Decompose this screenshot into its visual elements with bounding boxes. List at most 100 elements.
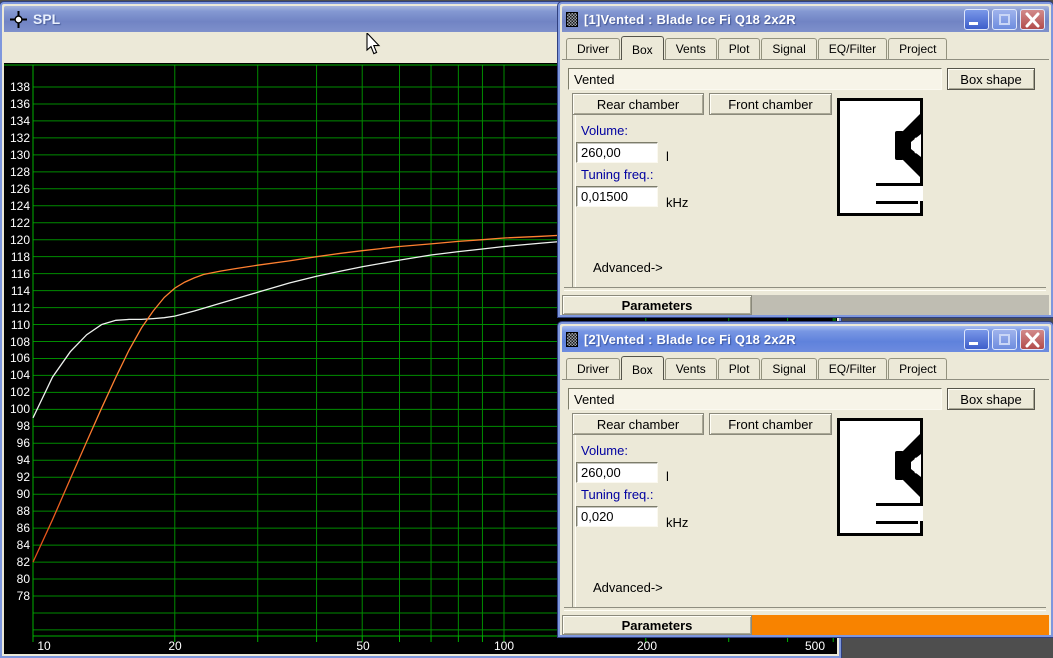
volume-unit: l: [666, 149, 669, 164]
box-type-field[interactable]: Vented: [568, 388, 942, 410]
tab-box[interactable]: Box: [621, 36, 664, 60]
maximize-button[interactable]: [992, 9, 1017, 30]
rear-chamber-tab[interactable]: Rear chamber: [572, 93, 704, 115]
tab-driver[interactable]: Driver: [566, 38, 620, 59]
tab-bar: DriverBoxVentsPlotSignalEQ/FilterProject: [562, 353, 1049, 380]
y-axis-tick-label: 82: [4, 555, 30, 569]
project-window-2: [2]Vented : Blade Ice Fi Q18 2x2R Driver…: [558, 322, 1053, 637]
close-icon: [1024, 332, 1041, 348]
box-type-field[interactable]: Vented: [568, 68, 942, 90]
arrow-cursor-icon: [366, 33, 381, 55]
close-button[interactable]: [1020, 329, 1045, 350]
volume-unit: l: [666, 469, 669, 484]
minimize-icon: [969, 22, 978, 25]
parameters-button[interactable]: Parameters: [562, 615, 752, 635]
y-axis-tick-label: 90: [4, 487, 30, 501]
speaker-driver-icon: [894, 431, 924, 501]
y-axis-tick-label: 118: [4, 250, 30, 264]
vent-tube-line: [876, 521, 918, 524]
tab-box[interactable]: Box: [621, 356, 664, 380]
tab-signal[interactable]: Signal: [761, 38, 816, 59]
parameters-bar: Parameters: [562, 295, 1049, 315]
tab-plot[interactable]: Plot: [718, 358, 761, 379]
y-axis-tick-label: 94: [4, 453, 30, 467]
maximize-icon: [999, 14, 1010, 25]
y-axis-tick-label: 88: [4, 504, 30, 518]
tab-vents[interactable]: Vents: [665, 358, 717, 379]
vent-opening: [920, 186, 923, 201]
volume-input[interactable]: [576, 462, 658, 483]
box-diagram: [837, 98, 923, 216]
close-button[interactable]: [1020, 9, 1045, 30]
y-axis-tick-label: 116: [4, 267, 30, 281]
x-axis-tick-label: 20: [168, 639, 181, 653]
window2-title: [2]Vented : Blade Ice Fi Q18 2x2R: [584, 332, 964, 347]
curve-color-bar: [752, 615, 1049, 635]
y-axis-tick-label: 128: [4, 165, 30, 179]
box-shape-button[interactable]: Box shape: [947, 68, 1035, 90]
curve-color-bar: [752, 295, 1049, 315]
y-axis-tick-label: 92: [4, 470, 30, 484]
y-axis-tick-label: 126: [4, 182, 30, 196]
y-axis-tick-label: 106: [4, 351, 30, 365]
front-chamber-tab[interactable]: Front chamber: [709, 93, 832, 115]
x-axis-tick-label: 100: [494, 639, 514, 653]
y-axis-tick-label: 124: [4, 199, 30, 213]
tab-page-border: [564, 287, 1046, 291]
y-axis-tick-label: 136: [4, 97, 30, 111]
tab-signal[interactable]: Signal: [761, 358, 816, 379]
y-axis-tick-label: 78: [4, 589, 30, 603]
y-axis-tick-label: 80: [4, 572, 30, 586]
speaker-box-icon: [566, 332, 578, 347]
y-axis-tick-label: 130: [4, 148, 30, 162]
tab-project[interactable]: Project: [888, 358, 947, 379]
tab-eq-filter[interactable]: EQ/Filter: [818, 38, 887, 59]
tab-driver[interactable]: Driver: [566, 358, 620, 379]
x-axis-tick-label: 500: [805, 639, 825, 653]
project-window-1: [1]Vented : Blade Ice Fi Q18 2x2R Driver…: [558, 2, 1053, 317]
y-axis-tick-label: 138: [4, 80, 30, 94]
y-axis-tick-label: 84: [4, 538, 30, 552]
volume-input[interactable]: [576, 142, 658, 163]
mdi-workspace: { "mdi": { "background_color": "#4e4e4e"…: [0, 0, 1053, 658]
tuning-freq-unit: kHz: [666, 195, 688, 210]
rear-chamber-tab[interactable]: Rear chamber: [572, 413, 704, 435]
tab-eq-filter[interactable]: EQ/Filter: [818, 358, 887, 379]
y-axis-tick-label: 132: [4, 131, 30, 145]
window1-titlebar[interactable]: [1]Vented : Blade Ice Fi Q18 2x2R: [562, 6, 1049, 32]
maximize-button[interactable]: [992, 329, 1017, 350]
vent-tube-line: [876, 183, 923, 186]
close-icon: [1024, 12, 1041, 28]
speaker-box-icon: [566, 12, 578, 27]
maximize-icon: [999, 334, 1010, 345]
y-axis-tick-label: 96: [4, 436, 30, 450]
volume-label: Volume:: [581, 443, 628, 458]
x-axis-tick-label: 50: [356, 639, 369, 653]
y-axis-tick-label: 86: [4, 521, 30, 535]
parameters-button[interactable]: Parameters: [562, 295, 752, 315]
spl-window-title: SPL: [33, 11, 60, 27]
y-axis-tick-label: 102: [4, 385, 30, 399]
advanced-button[interactable]: Advanced->: [593, 260, 663, 275]
y-axis-tick-label: 134: [4, 114, 30, 128]
tuning-freq-label: Tuning freq.:: [581, 167, 654, 182]
minimize-button[interactable]: [964, 329, 989, 350]
tab-project[interactable]: Project: [888, 38, 947, 59]
tuning-freq-input[interactable]: [576, 506, 658, 527]
vent-tube-line: [876, 201, 918, 204]
tab-bar: DriverBoxVentsPlotSignalEQ/FilterProject: [562, 33, 1049, 60]
vent-tube-line: [876, 503, 923, 506]
tuning-freq-unit: kHz: [666, 515, 688, 530]
box-shape-button[interactable]: Box shape: [947, 388, 1035, 410]
tab-page-border: [564, 607, 1046, 611]
y-axis-tick-label: 114: [4, 284, 30, 298]
crosshair-icon: [10, 11, 27, 28]
advanced-button[interactable]: Advanced->: [593, 580, 663, 595]
tab-plot[interactable]: Plot: [718, 38, 761, 59]
parameters-bar: Parameters: [562, 615, 1049, 635]
minimize-button[interactable]: [964, 9, 989, 30]
tab-vents[interactable]: Vents: [665, 38, 717, 59]
front-chamber-tab[interactable]: Front chamber: [709, 413, 832, 435]
window2-titlebar[interactable]: [2]Vented : Blade Ice Fi Q18 2x2R: [562, 326, 1049, 352]
tuning-freq-input[interactable]: [576, 186, 658, 207]
